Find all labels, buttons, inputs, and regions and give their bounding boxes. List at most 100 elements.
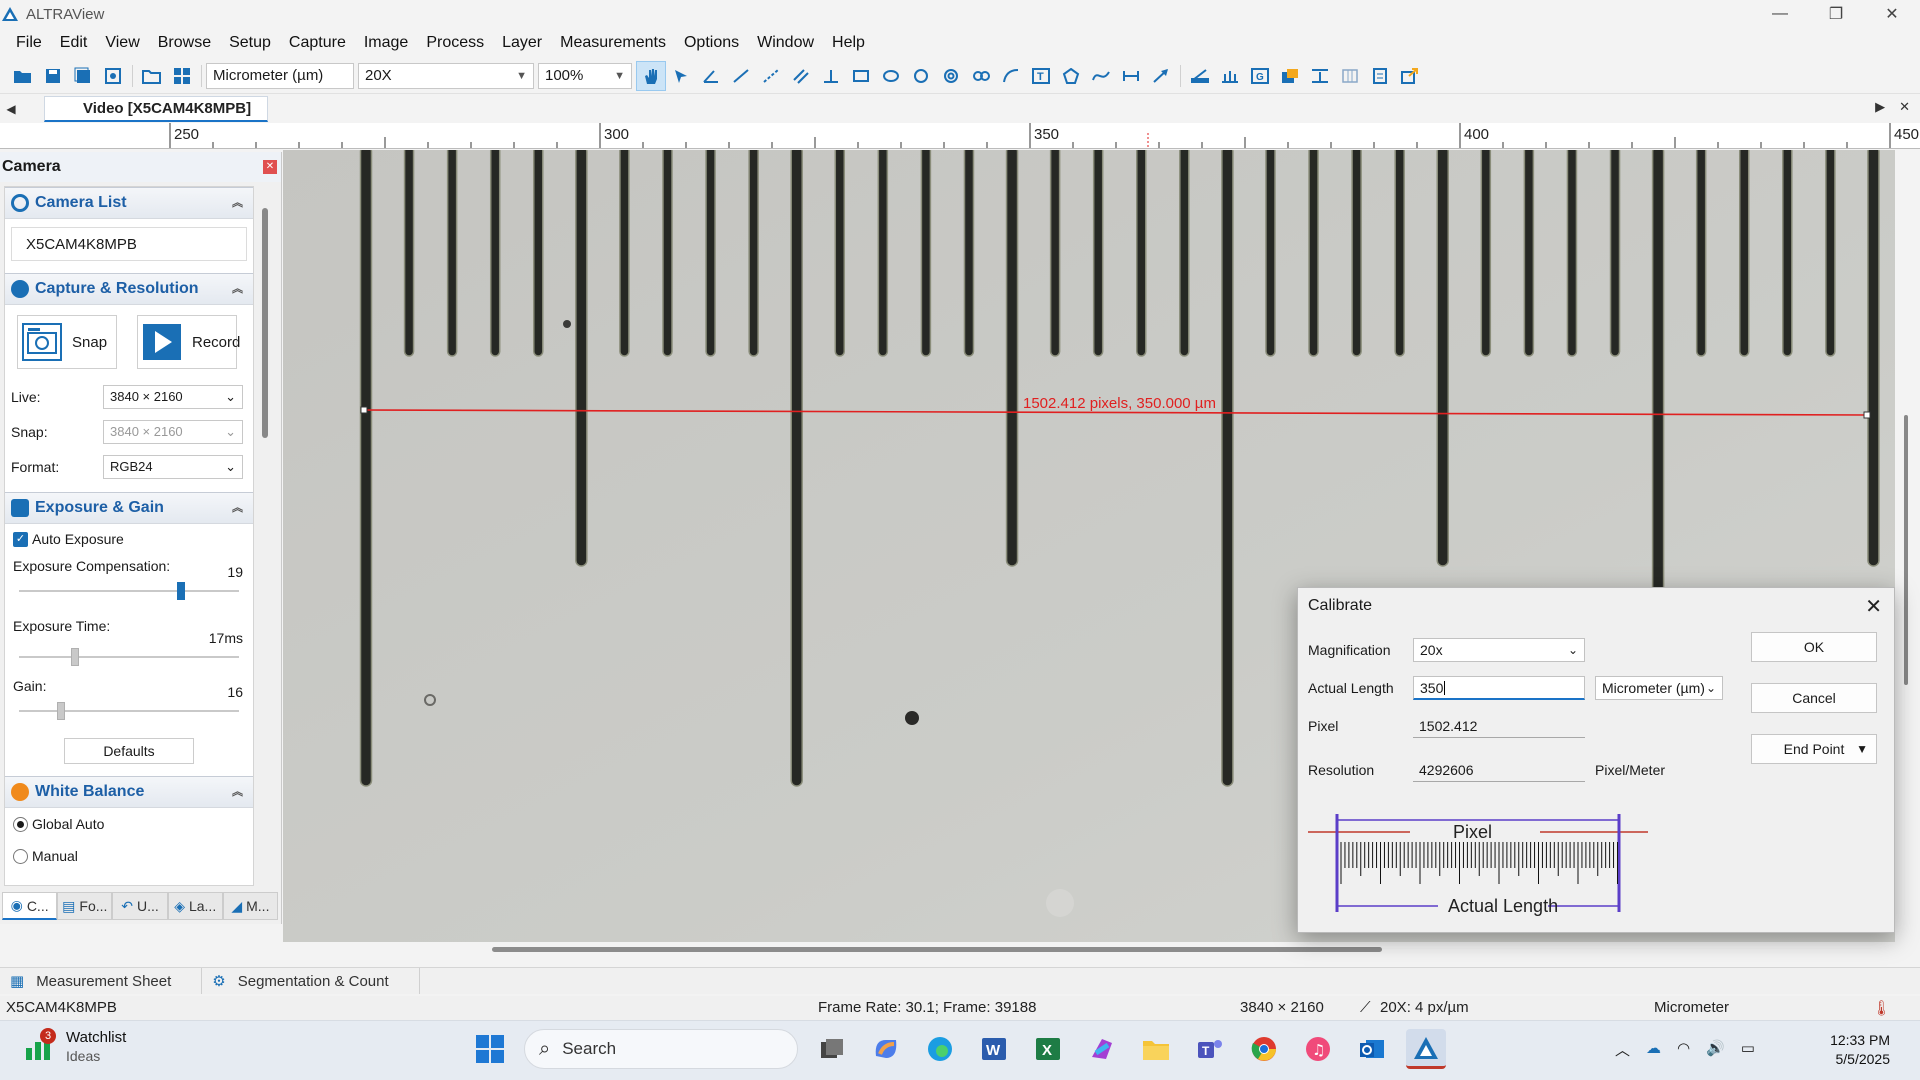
pixel-field[interactable]: 1502.412	[1413, 714, 1585, 738]
itunes-music-icon[interactable]: ♫	[1298, 1029, 1338, 1069]
share-export-icon[interactable]	[1395, 61, 1425, 91]
text-tool-icon[interactable]: T	[1026, 61, 1056, 91]
start-windows-icon[interactable]	[470, 1029, 510, 1069]
collapse-chevron-icon[interactable]: ︽	[232, 194, 243, 210]
save-all-icon[interactable]	[68, 61, 98, 91]
white-balance-section[interactable]: White Balance ︽	[5, 776, 253, 808]
scale-bar-icon[interactable]	[1116, 61, 1146, 91]
camera-list-item[interactable]: X5CAM4K8MPB	[11, 227, 247, 261]
curve-tool-icon[interactable]	[1086, 61, 1116, 91]
tab-video[interactable]: Video [X5CAM4K8MPB]	[44, 96, 269, 122]
align-center-icon[interactable]	[1305, 61, 1335, 91]
grid-view-icon[interactable]	[167, 61, 197, 91]
grid-overlay-icon[interactable]: G	[1245, 61, 1275, 91]
two-circles-icon[interactable]	[966, 61, 996, 91]
close-tab-icon[interactable]: ✕	[1899, 99, 1910, 115]
excel-icon[interactable]: X	[1028, 1029, 1068, 1069]
global-auto-radio[interactable]: Global Auto	[5, 808, 253, 840]
edge-browser-icon[interactable]	[920, 1029, 960, 1069]
tab-scroll-right-icon[interactable]: ▶	[1875, 99, 1885, 115]
ellipse-tool-icon[interactable]	[876, 61, 906, 91]
panel-scrollbar[interactable]	[262, 208, 268, 438]
arc-tool-icon[interactable]	[996, 61, 1026, 91]
minimize-button[interactable]: —	[1752, 0, 1808, 28]
task-view-icon[interactable]	[812, 1029, 852, 1069]
snap-button[interactable]: Snap	[17, 315, 117, 369]
defaults-button[interactable]: Defaults	[64, 738, 194, 764]
browse-folder-icon[interactable]	[137, 61, 167, 91]
collapse-chevron-icon[interactable]: ︽	[232, 280, 243, 296]
live-resolution-select[interactable]: 3840 × 2160 ⌄	[103, 384, 243, 409]
tab-measurement-sheet[interactable]: ▦ Measurement Sheet	[0, 968, 203, 994]
vertical-scrollbar[interactable]	[1904, 415, 1908, 685]
measurement-end-handle[interactable]	[1863, 411, 1871, 419]
copilot-icon[interactable]	[866, 1029, 906, 1069]
exposure-comp-thumb[interactable]	[177, 582, 185, 600]
collapse-chevron-icon[interactable]: ︽	[232, 499, 243, 515]
select-arrow-icon[interactable]	[666, 61, 696, 91]
unit-dropdown[interactable]: Micrometer (µm) ⌄	[1595, 676, 1723, 700]
wifi-icon[interactable]: ◠	[1677, 1039, 1690, 1060]
tab-segmentation-count[interactable]: ⚙ Segmentation & Count	[202, 968, 420, 994]
snap-resolution-select[interactable]: 3840 × 2160 ⌄	[103, 419, 243, 444]
show-hidden-icons-chevron-icon[interactable]: ︿	[1615, 1039, 1630, 1060]
zoom-select[interactable]: 100% ▼	[538, 62, 632, 89]
tab-measure[interactable]: ◢ M...	[222, 892, 279, 920]
perpendicular-icon[interactable]	[816, 61, 846, 91]
altraview-taskbar-icon[interactable]	[1406, 1029, 1446, 1069]
menu-window[interactable]: Window	[748, 28, 823, 58]
cancel-button[interactable]: Cancel	[1751, 683, 1877, 713]
rectangle-tool-icon[interactable]	[846, 61, 876, 91]
angle-tool-icon[interactable]	[696, 61, 726, 91]
arbitrary-line-icon[interactable]	[756, 61, 786, 91]
gain-slider[interactable]: Gain: 16	[5, 674, 253, 730]
tab-undo[interactable]: ↶ U...	[112, 892, 168, 920]
capture-resolution-section[interactable]: Capture & Resolution ︽	[5, 273, 253, 305]
tab-layer[interactable]: ◈ La...	[167, 892, 223, 920]
actual-length-input[interactable]: 350	[1413, 676, 1585, 700]
auto-exposure-checkbox[interactable]: ✓ Auto Exposure	[5, 524, 253, 554]
open-folder-icon[interactable]	[8, 61, 38, 91]
ruler-toggle-icon[interactable]	[1215, 61, 1245, 91]
line-tool-icon[interactable]	[726, 61, 756, 91]
measurement-start-handle[interactable]	[360, 406, 368, 414]
menu-help[interactable]: Help	[823, 28, 874, 58]
camera-list-section[interactable]: Camera List ︽	[5, 187, 253, 219]
outlook-icon[interactable]	[1352, 1029, 1392, 1069]
pan-hand-icon[interactable]	[636, 60, 666, 91]
volume-speaker-icon[interactable]: 🔊	[1706, 1039, 1725, 1060]
unit-select[interactable]: Micrometer (µm)	[206, 62, 354, 89]
end-point-button[interactable]: End Point ▼	[1751, 734, 1877, 764]
gain-thumb[interactable]	[57, 702, 65, 720]
menu-capture[interactable]: Capture	[280, 28, 355, 58]
taskbar-search[interactable]: ⌕ Search	[524, 1029, 798, 1069]
magnification-select[interactable]: 20X ▼	[358, 62, 534, 89]
onedrive-cloud-icon[interactable]: ☁	[1646, 1039, 1661, 1060]
menu-image[interactable]: Image	[355, 28, 417, 58]
manual-radio[interactable]: Manual	[5, 840, 253, 872]
menu-edit[interactable]: Edit	[51, 28, 97, 58]
word-icon[interactable]: W	[974, 1029, 1014, 1069]
close-panel-icon[interactable]: ✕	[263, 160, 277, 174]
exposure-time-thumb[interactable]	[71, 648, 79, 666]
maximize-button[interactable]: ❐	[1808, 0, 1864, 28]
arrow-tool-icon[interactable]	[1146, 61, 1176, 91]
exposure-gain-section[interactable]: Exposure & Gain ︽	[5, 492, 253, 524]
menu-setup[interactable]: Setup	[220, 28, 280, 58]
microsoft-365-icon[interactable]	[1082, 1029, 1122, 1069]
menu-layer[interactable]: Layer	[493, 28, 551, 58]
save-icon[interactable]	[38, 61, 68, 91]
close-dialog-icon[interactable]: ✕	[1865, 594, 1882, 619]
calibration-icon[interactable]	[1185, 61, 1215, 91]
concentric-circle-icon[interactable]	[936, 61, 966, 91]
report-icon[interactable]	[1365, 61, 1395, 91]
horizontal-scrollbar[interactable]	[492, 947, 1382, 952]
collapse-chevron-icon[interactable]: ︽	[232, 783, 243, 799]
format-select[interactable]: RGB24 ⌄	[103, 454, 243, 479]
menu-file[interactable]: File	[0, 28, 51, 58]
ok-button[interactable]: OK	[1751, 632, 1877, 662]
tab-camera[interactable]: ◉ C...	[2, 892, 58, 920]
columns-icon[interactable]	[1335, 61, 1365, 91]
record-button[interactable]: Record	[137, 315, 240, 369]
close-window-button[interactable]: ✕	[1864, 0, 1920, 28]
